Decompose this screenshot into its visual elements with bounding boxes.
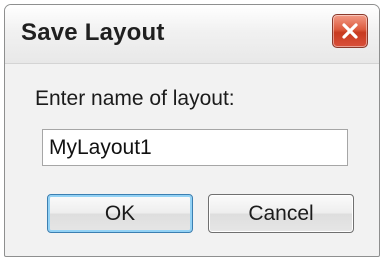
ok-button[interactable]: OK — [47, 194, 193, 233]
dialog-title: Save Layout — [21, 19, 165, 46]
title-bar[interactable]: Save Layout — [5, 5, 379, 64]
layout-name-label: Enter name of layout: — [35, 87, 235, 110]
save-layout-dialog: Save Layout Enter name of layout: OK Can… — [4, 4, 380, 257]
dialog-body: Enter name of layout: OK Cancel — [5, 64, 379, 256]
close-button[interactable] — [332, 14, 368, 48]
layout-name-input[interactable] — [42, 129, 348, 166]
cancel-button[interactable]: Cancel — [208, 194, 354, 233]
